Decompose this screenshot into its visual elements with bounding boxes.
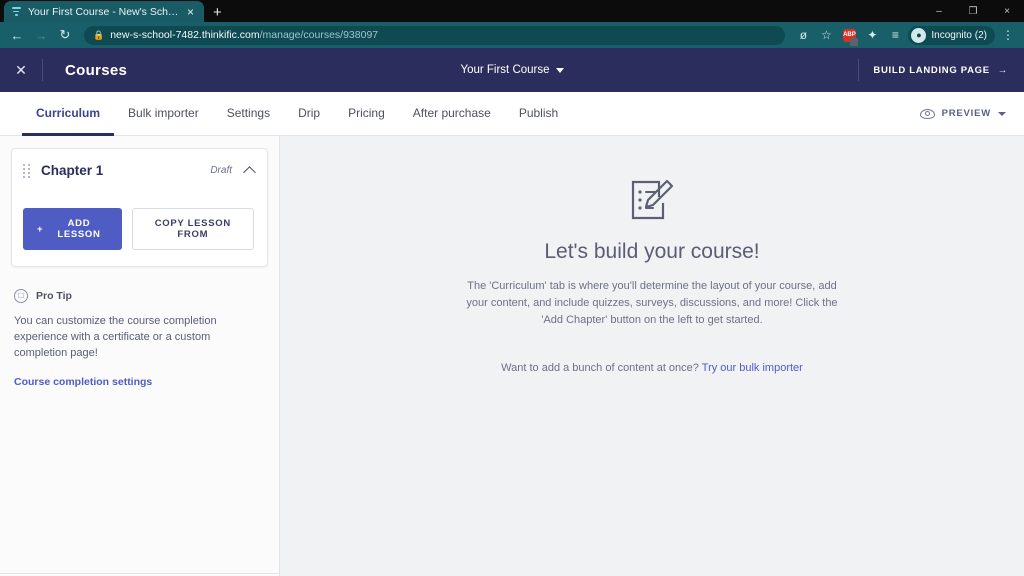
empty-state-description: The 'Curriculum' tab is where you'll det… bbox=[466, 280, 838, 327]
header-divider-right bbox=[858, 59, 860, 81]
tab-settings[interactable]: Settings bbox=[213, 93, 284, 136]
course-completion-settings-link[interactable]: Course completion settings bbox=[14, 376, 152, 388]
reading-list-icon[interactable]: ≡ bbox=[885, 25, 905, 45]
preview-label: PREVIEW bbox=[941, 108, 991, 119]
eye-icon bbox=[919, 108, 935, 119]
add-lesson-label: ADD LESSON bbox=[57, 218, 101, 240]
tab-after-purchase[interactable]: After purchase bbox=[399, 93, 505, 136]
main-empty-state: Let's build your course! The 'Curriculum… bbox=[280, 136, 1024, 576]
tab-favicon-icon bbox=[12, 6, 23, 17]
lightbulb-icon: ☐ bbox=[14, 289, 28, 303]
pro-tip-body: You can customize the course completion … bbox=[14, 315, 217, 359]
add-lesson-button[interactable]: + ADD LESSON bbox=[23, 208, 122, 250]
chevron-up-icon[interactable] bbox=[243, 165, 256, 179]
chapter-header: Chapter 1 Draft bbox=[23, 163, 256, 179]
close-window-icon[interactable]: × bbox=[990, 0, 1024, 22]
forward-icon[interactable]: → bbox=[30, 24, 52, 46]
close-icon[interactable]: ✕ bbox=[0, 62, 42, 79]
lock-icon: 🔒 bbox=[93, 29, 105, 40]
pro-tip-header: ☐ Pro Tip bbox=[14, 289, 265, 303]
chapter-card[interactable]: Chapter 1 Draft + ADD LESSON COPY LESSON… bbox=[11, 148, 268, 267]
tab-publish[interactable]: Publish bbox=[505, 93, 572, 136]
window-controls: – ❐ × bbox=[922, 0, 1024, 22]
bookmark-star-icon[interactable]: ☆ bbox=[816, 25, 836, 45]
tab-curriculum[interactable]: Curriculum bbox=[22, 93, 115, 136]
bulk-importer-link[interactable]: Try our bulk importer bbox=[702, 362, 803, 374]
sidebar-scroll-area[interactable]: Chapter 1 Draft + ADD LESSON COPY LESSON… bbox=[0, 136, 279, 573]
extensions-puzzle-icon[interactable]: ✦ bbox=[862, 25, 882, 45]
chapter-title[interactable]: Chapter 1 bbox=[41, 163, 103, 178]
close-tab-icon[interactable]: × bbox=[184, 6, 197, 18]
curriculum-sidebar: Chapter 1 Draft + ADD LESSON COPY LESSON… bbox=[0, 136, 280, 576]
pro-tip-section: ☐ Pro Tip You can customize the course c… bbox=[11, 267, 268, 390]
reload-icon[interactable]: ↻ bbox=[54, 24, 76, 46]
plus-icon: + bbox=[37, 223, 44, 235]
url-text: new-s-school-7482.thinkific.com/manage/c… bbox=[110, 29, 378, 41]
copy-lesson-from-button[interactable]: COPY LESSON FROM bbox=[131, 208, 254, 250]
new-tab-button[interactable]: + bbox=[213, 5, 222, 20]
tab-bulk-importer[interactable]: Bulk importer bbox=[114, 93, 213, 136]
browser-menu-icon[interactable]: ⋮ bbox=[998, 25, 1018, 45]
app-header: ✕ Courses Your First Course BUILD LANDIN… bbox=[0, 48, 1024, 92]
chevron-down-icon[interactable] bbox=[555, 67, 564, 73]
adblock-extension-icon[interactable]: ABP bbox=[839, 25, 859, 46]
incognito-avatar-icon: ● bbox=[911, 27, 927, 43]
page-title: Courses bbox=[65, 61, 128, 79]
curriculum-edit-icon bbox=[631, 179, 674, 220]
browser-tab[interactable]: Your First Course - New's School × bbox=[4, 1, 204, 22]
incognito-label: Incognito (2) bbox=[931, 29, 987, 41]
header-right: BUILD LANDING PAGE → bbox=[858, 48, 1024, 92]
chapter-header-right: Draft bbox=[210, 165, 256, 179]
maximize-icon[interactable]: ❐ bbox=[956, 0, 990, 22]
bulk-importer-prompt-text: Want to add a bunch of content at once? bbox=[501, 362, 702, 375]
browser-tab-title: Your First Course - New's School bbox=[28, 5, 179, 18]
pro-tip-title: Pro Tip bbox=[36, 290, 72, 302]
preview-button[interactable]: PREVIEW bbox=[919, 92, 1024, 135]
bulk-importer-prompt: Want to add a bunch of content at once? … bbox=[501, 362, 803, 374]
build-landing-page-button[interactable]: BUILD LANDING PAGE → bbox=[873, 65, 1024, 76]
browser-toolbar-icons: ø ☆ ABP ✦ ≡ ● Incognito (2) ⋮ bbox=[793, 25, 1018, 46]
url-path: /manage/courses/938097 bbox=[259, 29, 379, 41]
app-body: Chapter 1 Draft + ADD LESSON COPY LESSON… bbox=[0, 136, 1024, 576]
tab-drip[interactable]: Drip bbox=[284, 93, 334, 136]
empty-state-title: Let's build your course! bbox=[544, 240, 760, 263]
chevron-down-icon bbox=[998, 111, 1006, 116]
adblock-badge: ABP bbox=[842, 28, 858, 46]
drag-handle-icon[interactable] bbox=[23, 163, 31, 178]
chapter-actions: + ADD LESSON COPY LESSON FROM bbox=[23, 208, 254, 250]
tab-pricing[interactable]: Pricing bbox=[334, 93, 399, 136]
status-badge: Draft bbox=[210, 165, 232, 176]
course-tab-bar: Curriculum Bulk importer Settings Drip P… bbox=[0, 92, 1024, 136]
hide-password-icon[interactable]: ø bbox=[793, 25, 813, 45]
browser-tab-strip: Your First Course - New's School × + – ❐… bbox=[0, 0, 1024, 22]
url-host: new-s-school-7482.thinkific.com bbox=[110, 29, 260, 41]
address-bar[interactable]: 🔒 new-s-school-7482.thinkific.com/manage… bbox=[84, 25, 786, 45]
build-landing-page-label: BUILD LANDING PAGE bbox=[873, 64, 990, 76]
back-icon[interactable]: ← bbox=[6, 24, 28, 46]
header-divider bbox=[42, 59, 43, 81]
incognito-profile-button[interactable]: ● Incognito (2) bbox=[908, 25, 995, 45]
arrow-right-icon: → bbox=[997, 64, 1008, 76]
course-name-label[interactable]: Your First Course bbox=[460, 64, 549, 76]
minimize-icon[interactable]: – bbox=[922, 0, 956, 22]
browser-toolbar: ← → ↻ 🔒 new-s-school-7482.thinkific.com/… bbox=[0, 22, 1024, 48]
